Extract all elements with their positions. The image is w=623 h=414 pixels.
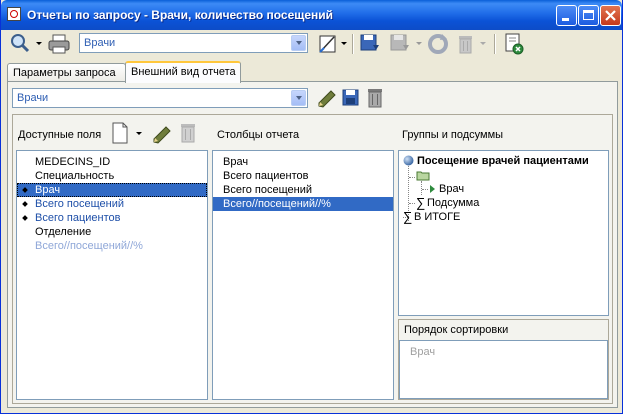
exit-icon	[505, 33, 524, 55]
available-fields-list[interactable]: MEDECINS_ID Специальность Врач Всего пос…	[16, 150, 208, 400]
tree-line	[421, 181, 422, 195]
report-columns-label: Столбцы отчета	[217, 129, 300, 141]
tree-item-subtotal[interactable]: Подсумма	[427, 196, 479, 210]
refresh-icon	[428, 34, 448, 54]
bullet-icon	[22, 215, 28, 221]
edit-field-button[interactable]	[150, 122, 172, 146]
report-view-panel: Врачи Доступные поля MEDECINS_ID Специал…	[7, 81, 618, 408]
window-title: Отчеты по запросу - Врачи, количество по…	[27, 8, 334, 22]
field-label: Отделение	[35, 226, 92, 238]
groups-label: Группы и подсуммы	[402, 129, 504, 141]
new-document-icon	[112, 122, 128, 144]
bullet-icon	[22, 187, 28, 193]
toolbar-separator-2	[494, 34, 496, 54]
report-columns-list[interactable]: Врач Всего пациентов Всего посещений Все…	[212, 150, 394, 400]
tree-root[interactable]: Посещение врачей пациентами	[417, 154, 589, 168]
list-item[interactable]: Всего посещений	[17, 197, 207, 211]
triangle-right-icon	[430, 185, 435, 193]
edit-icon	[318, 90, 336, 108]
toolbar-separator	[352, 34, 354, 54]
sort-order-label: Порядок сортировки	[404, 324, 509, 336]
sigma-icon: ∑	[416, 195, 426, 210]
list-item[interactable]: MEDECINS_ID	[17, 155, 207, 169]
edit-view-button[interactable]	[315, 86, 337, 110]
tree-item-total[interactable]: В ИТОГЕ	[414, 210, 460, 224]
field-label: Всего посещений	[35, 198, 124, 210]
view-select[interactable]: Врачи	[12, 88, 308, 108]
sigma-icon: ∑	[403, 209, 413, 224]
maximize-icon	[583, 10, 594, 20]
save-icon	[342, 89, 359, 106]
print-icon	[48, 34, 70, 54]
tree-item-field[interactable]: Врач	[439, 182, 464, 196]
print-button[interactable]	[47, 32, 71, 56]
groups-tree[interactable]: Посещение врачей пациентами Врач ∑ Подсу…	[398, 150, 609, 316]
tab-report-view[interactable]: Внешний вид отчета	[125, 61, 241, 83]
list-item[interactable]: Врач	[400, 345, 607, 359]
field-label: Всего пациентов	[35, 212, 121, 224]
sort-order-list[interactable]: Врач	[399, 340, 608, 399]
sphere-icon	[403, 155, 414, 166]
list-item[interactable]: Всего посещений	[213, 183, 393, 197]
bullet-icon	[22, 201, 28, 207]
report-window: Отчеты по запросу - Врачи, количество по…	[0, 0, 623, 414]
delete-icon	[368, 89, 382, 108]
new-field-dropdown-icon[interactable]	[136, 132, 142, 135]
folder-icon[interactable]	[416, 170, 430, 181]
list-item[interactable]: Отделение	[17, 225, 207, 239]
list-item[interactable]: Врач	[213, 155, 393, 169]
maximize-button[interactable]	[578, 5, 599, 26]
save-view-button[interactable]	[341, 86, 361, 110]
page-setup-icon	[319, 35, 336, 53]
delete-field-button[interactable]	[178, 121, 198, 145]
save-disabled-button[interactable]	[389, 32, 413, 56]
page-setup-button[interactable]	[317, 32, 339, 56]
delete-disabled-icon	[181, 124, 195, 143]
tree-line	[422, 189, 428, 190]
title-bar[interactable]: Отчеты по запросу - Врачи, количество по…	[1, 0, 622, 30]
new-field-button[interactable]	[110, 121, 130, 145]
delete-dropdown-icon[interactable]	[480, 42, 486, 45]
field-label: Всего//посещений//%	[35, 240, 143, 252]
tree-line	[409, 177, 415, 178]
minimize-icon	[562, 18, 569, 21]
report-select-value: Врачи	[84, 37, 116, 49]
field-label: MEDECINS_ID	[35, 156, 111, 168]
field-label: Врач	[35, 184, 61, 196]
view-select-value: Врачи	[17, 92, 49, 104]
field-label: Специальность	[35, 170, 115, 182]
tab-query-params[interactable]: Параметры запроса	[7, 63, 126, 82]
disabled-dropdown-icon[interactable]	[416, 42, 422, 45]
tree-line	[409, 203, 415, 204]
search-dropdown-icon[interactable]	[36, 42, 42, 45]
chevron-down-icon[interactable]	[291, 35, 306, 51]
close-button[interactable]	[600, 5, 621, 26]
close-icon	[605, 10, 616, 21]
main-toolbar: Врачи	[5, 31, 620, 59]
search-button[interactable]	[9, 32, 31, 56]
refresh-button[interactable]	[426, 32, 450, 56]
save-arrow-button[interactable]	[359, 32, 383, 56]
list-item[interactable]: Всего пациентов	[17, 211, 207, 225]
available-fields-label: Доступные поля	[18, 129, 102, 141]
save-icon	[360, 34, 379, 51]
list-item[interactable]: Всего//посещений//%	[17, 239, 207, 253]
list-item-selected[interactable]: Врач	[17, 183, 207, 197]
edit-icon	[153, 126, 171, 144]
list-item[interactable]: Всего пациентов	[213, 169, 393, 183]
minimize-button[interactable]	[556, 5, 577, 26]
search-icon	[11, 34, 30, 53]
list-item-selected[interactable]: Всего//посещений//%	[213, 197, 393, 211]
app-icon[interactable]	[7, 7, 21, 21]
delete-view-button[interactable]	[365, 86, 385, 110]
chevron-down-icon[interactable]	[291, 90, 306, 106]
list-item[interactable]: Специальность	[17, 169, 207, 183]
delete-disabled-button[interactable]	[455, 32, 477, 56]
exit-button[interactable]	[502, 32, 526, 56]
save-disabled-icon	[390, 34, 409, 51]
page-setup-dropdown-icon[interactable]	[341, 42, 347, 45]
delete-disabled-icon	[459, 36, 472, 54]
report-select[interactable]: Врачи	[79, 33, 308, 53]
